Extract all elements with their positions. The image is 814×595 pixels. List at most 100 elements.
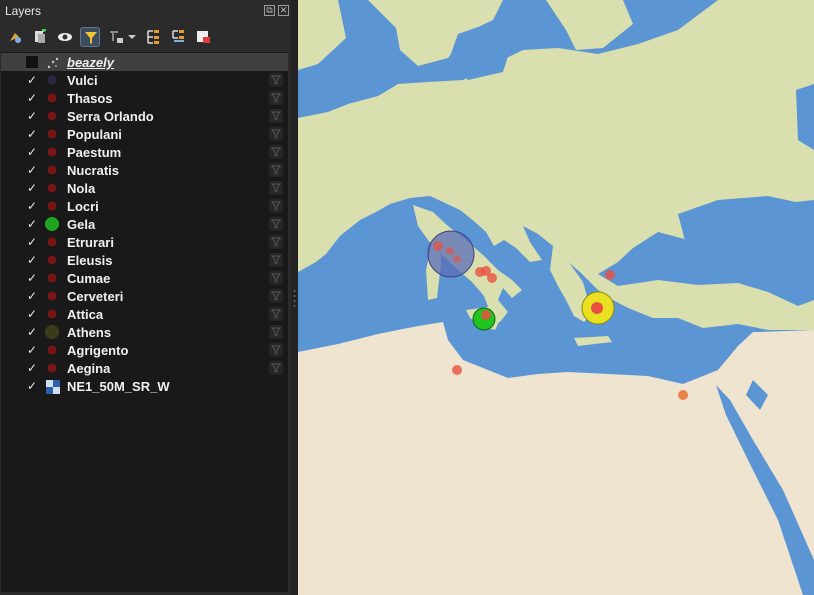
- layer-filter-icon[interactable]: [269, 127, 283, 141]
- site-map-symbol: [433, 241, 443, 251]
- filter-expression-button[interactable]: [106, 27, 138, 47]
- layer-filter-icon[interactable]: [269, 217, 283, 231]
- point-symbol-icon: [46, 182, 58, 194]
- layer-row-cumae[interactable]: ✓ Cumae: [1, 269, 288, 287]
- layer-visibility-checkbox[interactable]: ✓: [25, 217, 39, 231]
- layer-label: NE1_50M_SR_W: [67, 379, 170, 394]
- layer-filter-icon[interactable]: [269, 163, 283, 177]
- layer-visibility-checkbox[interactable]: ✓: [25, 91, 39, 105]
- layer-row-paestum[interactable]: ✓ Paestum: [1, 143, 288, 161]
- layer-visibility-checkbox[interactable]: ✓: [25, 343, 39, 357]
- layer-filter-icon[interactable]: [269, 109, 283, 123]
- layer-row-athens[interactable]: ✓ Athens: [1, 323, 288, 341]
- layer-visibility-checkbox[interactable]: ✓: [25, 181, 39, 195]
- expand-all-button[interactable]: [143, 27, 163, 47]
- layer-visibility-checkbox[interactable]: ✓: [25, 73, 39, 87]
- point-symbol-icon: [46, 236, 58, 248]
- remove-layer-icon: [197, 31, 210, 43]
- points-icon: [46, 56, 59, 69]
- layer-filter-icon[interactable]: [269, 361, 283, 375]
- layers-toolbar: [0, 24, 291, 50]
- layer-row-serra-orlando[interactable]: ✓ Serra Orlando: [1, 107, 288, 125]
- map-canvas[interactable]: [298, 0, 814, 595]
- layer-visibility-checkbox[interactable]: ✓: [25, 289, 39, 303]
- splitter-grip-icon[interactable]: [293, 288, 296, 308]
- layer-filter-icon[interactable]: [269, 235, 283, 249]
- expand-all-icon: [147, 30, 159, 44]
- layer-filter-icon[interactable]: [269, 91, 283, 105]
- layer-label: Cumae: [67, 271, 111, 286]
- site-map-symbol: [446, 247, 454, 255]
- layer-visibility-checkbox[interactable]: ✓: [25, 307, 39, 321]
- layer-row-nola[interactable]: ✓ Nola: [1, 179, 288, 197]
- layer-row-aegina[interactable]: ✓ Aegina: [1, 359, 288, 377]
- layer-visibility-checkbox[interactable]: ✓: [25, 127, 39, 141]
- open-layer-styling-icon: [10, 33, 21, 43]
- layer-filter-icon[interactable]: [269, 199, 283, 213]
- layer-visibility-checkbox[interactable]: ✓: [25, 379, 39, 393]
- layer-row-agrigento[interactable]: ✓ Agrigento: [1, 341, 288, 359]
- open-layer-styling-button[interactable]: [5, 27, 25, 47]
- layer-filter-icon[interactable]: [269, 253, 283, 267]
- layer-row-eleusis[interactable]: ✓ Eleusis: [1, 251, 288, 269]
- site-map-symbol: [591, 302, 603, 314]
- layer-visibility-checkbox[interactable]: ✓: [25, 235, 39, 249]
- site-map-symbol: [481, 310, 491, 320]
- close-panel-icon[interactable]: ✕: [278, 5, 289, 16]
- undock-icon[interactable]: ⧉: [264, 5, 275, 16]
- layer-label: Locri: [67, 199, 99, 214]
- filter-legend-icon: [85, 32, 97, 44]
- layer-visibility-checkbox[interactable]: ✓: [25, 361, 39, 375]
- layer-label: Cerveteri: [67, 289, 124, 304]
- layer-label: Thasos: [67, 91, 113, 106]
- layer-visibility-checkbox[interactable]: ✓: [25, 271, 39, 285]
- site-map-symbol: [678, 390, 688, 400]
- add-group-button[interactable]: [30, 27, 50, 47]
- site-map-symbol: [452, 365, 462, 375]
- layer-row-beazely[interactable]: beazely: [1, 53, 288, 71]
- layer-filter-icon[interactable]: [269, 181, 283, 195]
- layer-tree: beazely ✓ Vulci ✓ Thasos ✓ Serra Orlando ✓ Popul…: [1, 52, 288, 592]
- layer-filter-icon[interactable]: [269, 325, 283, 339]
- point-symbol-icon: [46, 290, 58, 302]
- layer-visibility-checkbox[interactable]: [25, 55, 39, 69]
- layer-row-gela[interactable]: ✓ Gela: [1, 215, 288, 233]
- layer-visibility-checkbox[interactable]: ✓: [25, 325, 39, 339]
- layer-label: Nucratis: [67, 163, 120, 178]
- layer-filter-icon[interactable]: [269, 73, 283, 87]
- site-map-symbol: [453, 255, 461, 263]
- raster-icon: [46, 380, 60, 394]
- layer-row-ne1-50m-sr-w[interactable]: ✓ NE1_50M_SR_W: [1, 377, 288, 395]
- caspian-sea: [796, 84, 814, 150]
- layer-label: Eleusis: [67, 253, 113, 268]
- layer-row-vulci[interactable]: ✓ Vulci: [1, 71, 288, 89]
- point-symbol-icon: [45, 325, 59, 339]
- layer-filter-icon[interactable]: [269, 145, 283, 159]
- layer-visibility-checkbox[interactable]: ✓: [25, 199, 39, 213]
- site-map-symbol: [605, 270, 615, 280]
- layer-filter-icon[interactable]: [269, 289, 283, 303]
- collapse-all-button[interactable]: [168, 27, 188, 47]
- layer-row-etrurari[interactable]: ✓ Etrurari: [1, 233, 288, 251]
- layer-filter-icon[interactable]: [269, 307, 283, 321]
- layer-filter-icon[interactable]: [269, 271, 283, 285]
- layer-filter-icon[interactable]: [269, 343, 283, 357]
- layer-row-attica[interactable]: ✓ Attica: [1, 305, 288, 323]
- layer-row-populani[interactable]: ✓ Populani: [1, 125, 288, 143]
- remove-layer-button[interactable]: [193, 27, 213, 47]
- layers-panel: Layers ⧉ ✕ beazely ✓ Vulci ✓ Thasos ✓ Se…: [0, 0, 291, 595]
- layer-row-thasos[interactable]: ✓ Thasos: [1, 89, 288, 107]
- layer-row-cerveteri[interactable]: ✓ Cerveteri: [1, 287, 288, 305]
- layer-row-locri[interactable]: ✓ Locri: [1, 197, 288, 215]
- layer-row-nucratis[interactable]: ✓ Nucratis: [1, 161, 288, 179]
- layer-visibility-checkbox[interactable]: ✓: [25, 145, 39, 159]
- manage-visibility-button[interactable]: [55, 27, 75, 47]
- point-symbol-icon: [46, 164, 58, 176]
- layer-visibility-checkbox[interactable]: ✓: [25, 163, 39, 177]
- filter-legend-button[interactable]: [80, 27, 100, 47]
- layer-visibility-checkbox[interactable]: ✓: [25, 109, 39, 123]
- filter-expression-icon: [110, 31, 136, 43]
- manage-visibility-icon: [58, 33, 72, 41]
- layer-visibility-checkbox[interactable]: ✓: [25, 253, 39, 267]
- layer-label: Attica: [67, 307, 104, 322]
